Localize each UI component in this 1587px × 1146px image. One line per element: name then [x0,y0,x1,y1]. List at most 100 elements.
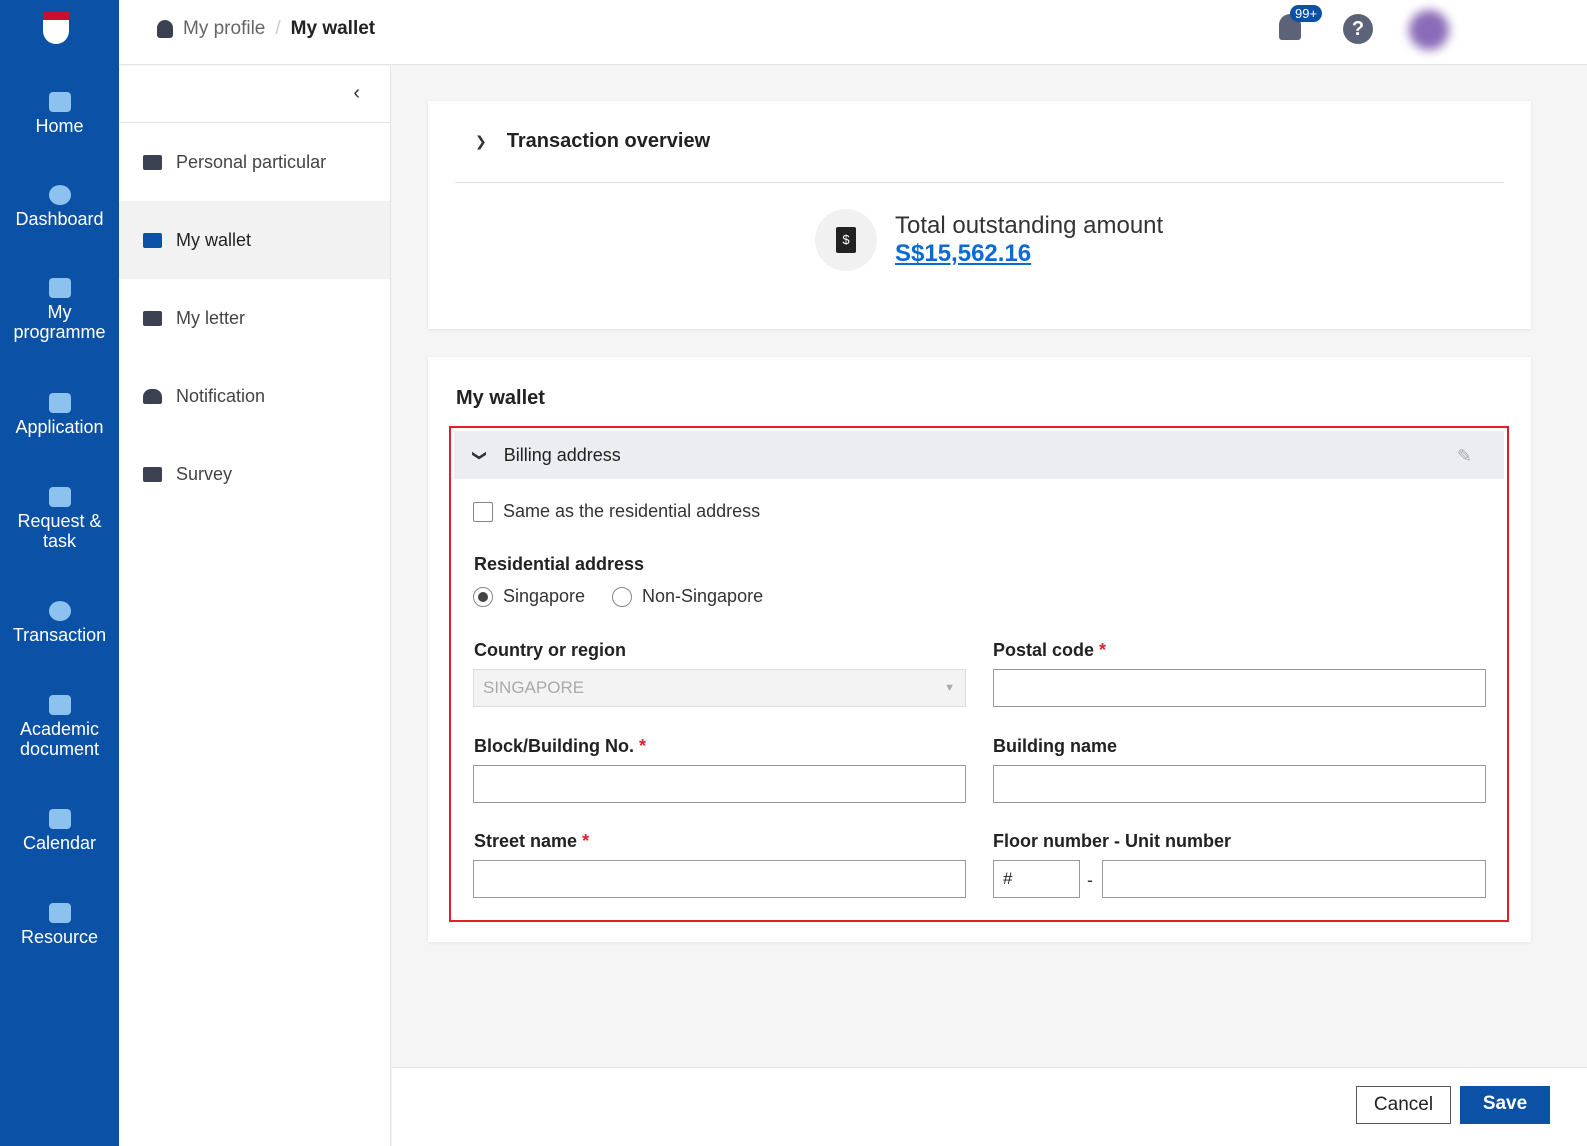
block-label: Block/Building No. [474,736,634,756]
required-mark: * [1099,640,1107,660]
top-bar: My profile / My wallet 99+ ? [119,0,1587,65]
profile-subnav: ‹ Personal particular My wallet My lette… [119,66,391,1146]
radio-label: Singapore [503,586,586,606]
save-button[interactable]: Save [1460,1086,1550,1124]
building-name-label: Building name [993,736,1118,756]
user-icon [157,20,173,38]
nav-label: Academic document [19,719,100,759]
country-label: Country or region [474,640,626,660]
pencil-icon[interactable]: ✎ [1457,446,1477,466]
university-logo[interactable] [43,12,69,44]
transaction-overview-card: ❯ Transaction overview $ Total outstandin… [428,101,1531,329]
subnav-label: My letter [176,307,246,328]
breadcrumb: My profile / My wallet [157,18,375,40]
nav-request-task[interactable]: Request & task [0,487,119,551]
avatar[interactable] [1409,10,1449,50]
subnav-label: Personal particular [176,151,327,172]
nav-dashboard[interactable]: Dashboard [0,185,119,229]
required-mark: * [639,736,647,756]
block-input[interactable] [473,765,966,803]
nav-label: Dashboard [15,209,104,229]
subnav-label: Survey [176,463,233,484]
envelope-icon [143,310,162,326]
subnav-survey[interactable]: Survey [119,435,390,513]
nav-calendar[interactable]: Calendar [0,809,119,853]
section-title: Billing address [503,444,621,465]
nav-application[interactable]: Application [0,393,119,437]
breadcrumb-current: My wallet [290,18,376,39]
radio-non-singapore[interactable]: Non-Singapore [612,586,763,607]
radio-singapore[interactable]: Singapore [473,586,585,607]
billing-address-section: ❯ Billing address ✎ Same as the residenti… [449,426,1509,922]
postal-code-input[interactable] [993,669,1486,707]
billing-address-header[interactable]: ❯ Billing address [454,431,1504,479]
nav-home[interactable]: Home [0,92,119,136]
id-card-icon [143,154,162,170]
checkbox[interactable] [473,501,493,522]
nav-academic-document[interactable]: Academic document [0,695,119,759]
calendar-icon [48,809,71,829]
nav-label: Calendar [22,833,97,853]
floor-input[interactable]: # [993,860,1080,898]
coins-icon [48,601,71,621]
wallet-icon [143,232,162,248]
same-address-checkbox[interactable]: Same as the residential address [473,501,760,522]
subnav-label: My wallet [176,229,252,250]
nav-label: Application [15,417,104,437]
wallet-title: My wallet [456,387,545,409]
nav-transaction[interactable]: Transaction [0,601,119,645]
nav-label: My programme [13,302,106,342]
nav-resource[interactable]: Resource [0,903,119,947]
cancel-button[interactable]: Cancel [1356,1086,1451,1124]
checkbox-label: Same as the residential address [503,501,761,521]
breadcrumb-separator: / [275,18,281,39]
transaction-overview-header[interactable]: ❯ Transaction overview [455,101,1504,183]
collapse-button[interactable]: ‹ [119,66,390,123]
nav-label: Transaction [12,625,107,645]
floor-unit-dash: - [1087,870,1093,890]
section-title: Transaction overview [506,130,711,152]
subnav-my-letter[interactable]: My letter [119,279,390,357]
postal-label: Postal code [993,640,1095,660]
total-label: Total outstanding amount [895,212,1164,239]
nav-label: Home [35,116,84,136]
nav-label: Request & task [17,511,102,551]
radio[interactable] [612,586,632,607]
my-wallet-card: My wallet ❯ Billing address ✎ Same as the… [428,357,1531,942]
building-name-input[interactable] [993,765,1486,803]
floor-prefix: # [1003,869,1013,888]
street-label: Street name [474,831,578,851]
subnav-personal-particular[interactable]: Personal particular [119,123,390,201]
form-footer: Cancel Save [392,1067,1587,1146]
bell-icon [143,388,162,404]
caret-down-icon: ▼ [944,682,955,694]
home-icon [48,92,71,112]
total-amount-link[interactable]: S$15,562.16 [895,240,1031,267]
help-icon[interactable]: ? [1343,14,1373,44]
subnav-my-wallet[interactable]: My wallet [119,201,390,279]
residential-label: Residential address [474,554,645,574]
chevron-down-icon: ❯ [472,449,489,461]
invoice-icon: $ [815,209,877,271]
country-select[interactable]: SINGAPORE ▼ [473,669,966,707]
radio[interactable] [473,586,493,607]
street-input[interactable] [473,860,966,898]
calendar-check-icon [48,487,71,507]
country-value: SINGAPORE [483,678,585,697]
unit-input[interactable] [1102,860,1486,898]
radio-label: Non-Singapore [642,586,764,606]
notification-badge: 99+ [1290,5,1323,22]
nav-my-programme[interactable]: My programme [0,278,119,342]
reader-icon [48,393,71,413]
nav-label: Resource [20,927,99,947]
main-nav: Home Dashboard My programme Application … [0,0,119,1146]
subnav-notification[interactable]: Notification [119,357,390,435]
invoice-glyph: $ [836,227,856,253]
cube-icon [48,278,71,298]
floor-unit-label: Floor number - Unit number [993,831,1231,851]
file-icon [48,903,71,923]
survey-icon [143,466,162,482]
pdf-file-icon [48,695,71,715]
breadcrumb-my-profile[interactable]: My profile [183,18,265,40]
subnav-label: Notification [176,385,266,406]
